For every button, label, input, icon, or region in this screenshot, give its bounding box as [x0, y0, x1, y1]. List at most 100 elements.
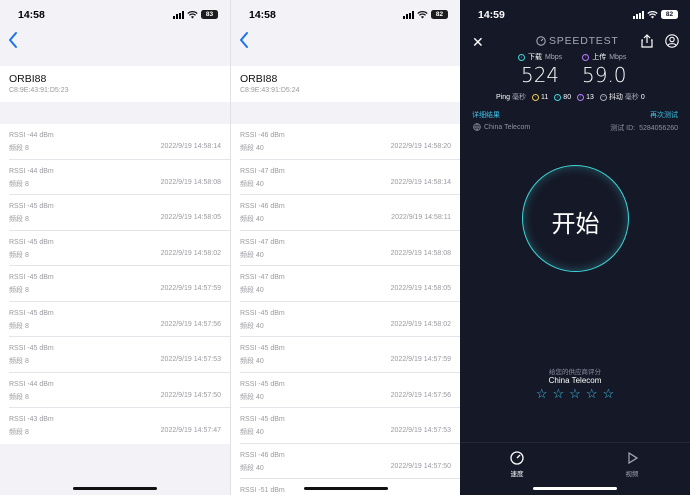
- rssi-record-row: RSSI -45 dBm 频段 8 2022/9/19 14:57:59: [9, 266, 230, 302]
- rssi-value: RSSI -44 dBm: [9, 167, 54, 175]
- ping-upload-icon: ↑: [577, 93, 585, 101]
- band-value: 频段 40: [240, 251, 264, 259]
- tab-video-label: 视频: [625, 471, 639, 478]
- band-value: 频段 40: [240, 393, 264, 401]
- band-value: 频段 8: [9, 393, 29, 401]
- ping-download-value: 80: [563, 93, 572, 101]
- retest-link[interactable]: 再次测试: [650, 110, 678, 120]
- rssi-record-row: RSSI -45 dBm 频段 8 2022/9/19 14:57:53: [9, 337, 230, 373]
- rssi-value: RSSI -45 dBm: [240, 416, 285, 423]
- wifi-icon: [647, 10, 658, 19]
- back-chevron-icon[interactable]: [235, 30, 255, 50]
- status-icons: 83: [173, 10, 218, 19]
- battery-icon: 82: [431, 10, 448, 19]
- rssi-value: RSSI -45 dBm: [9, 238, 54, 246]
- timestamp: 2022/9/19 14:58:14: [390, 178, 451, 186]
- timestamp: 2022/9/19 14:58:05: [390, 285, 451, 292]
- upload-unit: Mbps: [609, 53, 627, 61]
- rssi-value: RSSI -45 dBm: [9, 274, 54, 281]
- timestamp: 2022/9/19 14:58:08: [160, 178, 221, 186]
- band-value: 频段 8: [9, 358, 29, 365]
- rssi-record-row: RSSI -44 dBm 频段 8 2022/9/19 14:58:14: [9, 124, 230, 160]
- status-time: 14:58: [249, 9, 276, 21]
- play-icon: [628, 451, 639, 465]
- status-bar: 14:58 83: [0, 0, 230, 28]
- upload-icon: ↑: [582, 53, 590, 61]
- share-icon[interactable]: [641, 34, 653, 48]
- rssi-value: RSSI -45 dBm: [240, 345, 285, 352]
- rssi-value: RSSI -46 dBm: [240, 203, 285, 210]
- globe-icon: [473, 123, 481, 131]
- star-rating-3-icon[interactable]: ☆: [569, 386, 581, 402]
- cellular-signal-icon: [403, 10, 414, 19]
- rssi-value: RSSI -43 dBm: [9, 416, 54, 423]
- status-icons: 82: [633, 10, 678, 19]
- timestamp: 2022/9/19 14:57:53: [390, 427, 451, 434]
- status-time: 14:59: [478, 9, 505, 21]
- timestamp: 2022/9/19 14:57:59: [160, 285, 221, 292]
- rssi-value: RSSI -45 dBm: [9, 345, 54, 352]
- rssi-record-row: RSSI -46 dBm 频段 40 2022/9/19 14:58:20: [240, 124, 460, 160]
- band-value: 频段 40: [240, 180, 264, 188]
- cellular-signal-icon: [633, 10, 644, 19]
- band-value: 频段 8: [9, 322, 29, 330]
- ping-row: Ping 毫秒 · 11 ↓ 80 ↑ 13 – 抖动 毫秒 0: [496, 92, 680, 102]
- speedometer-icon: [510, 451, 524, 465]
- tab-video[interactable]: 视频: [612, 451, 652, 478]
- band-value: 频段 8: [9, 429, 29, 436]
- timestamp: 2022/9/19 14:57:59: [390, 356, 451, 363]
- timestamp: 2022/9/19 14:57:53: [160, 356, 221, 363]
- download-value: 524: [520, 63, 560, 87]
- star-rating-1-icon[interactable]: ☆: [536, 386, 548, 402]
- jitter-value: 0: [640, 93, 645, 101]
- user-profile-icon[interactable]: [665, 34, 679, 48]
- wifi-icon: [417, 10, 428, 19]
- rssi-record-row: RSSI -45 dBm 频段 8 2022/9/19 14:57:56: [9, 302, 230, 337]
- rssi-value: RSSI -51 dBm: [240, 487, 285, 494]
- rssi-record-row: RSSI -45 dBm 频段 8 2022/9/19 14:58:05: [9, 195, 230, 231]
- status-time: 14:58: [18, 9, 45, 21]
- rssi-value: RSSI -45 dBm: [9, 203, 54, 210]
- timestamp: 2022/9/19 14:58:02: [390, 320, 451, 328]
- home-indicator: [73, 487, 157, 490]
- band-value: 频段 40: [240, 287, 264, 294]
- rssi-record-row: RSSI -47 dBm 频段 40 2022/9/19 14:58:08: [240, 231, 460, 266]
- timestamp: 2022/9/19 14:57:56: [390, 391, 451, 399]
- back-chevron-icon[interactable]: [4, 30, 24, 50]
- close-icon[interactable]: ✕: [472, 34, 484, 51]
- download-label: 下载: [528, 54, 542, 61]
- rssi-record-row: RSSI -45 dBm 频段 40 2022/9/19 14:57:59: [240, 337, 460, 373]
- rssi-value: RSSI -46 dBm: [240, 451, 285, 459]
- timestamp: 2022/9/19 14:57:47: [160, 427, 221, 434]
- cellular-signal-icon: [173, 10, 184, 19]
- band-value: 频段 8: [9, 180, 29, 188]
- star-rating-5-icon[interactable]: ☆: [602, 386, 614, 402]
- ping-idle-value: 11: [541, 93, 549, 101]
- jitter-label: 抖动: [608, 94, 623, 101]
- test-id: 测试 ID: 5284056260: [610, 123, 678, 133]
- tab-speed[interactable]: 速度: [497, 451, 537, 478]
- upload-value: 59.0: [582, 63, 627, 87]
- status-bar: 14:58 82: [231, 0, 460, 28]
- upload-metric: ↑ 上传 Mbps 59.0: [582, 52, 627, 87]
- detailed-results-link[interactable]: 详细结果: [472, 110, 500, 120]
- battery-icon: 83: [201, 10, 218, 19]
- rssi-record-row: RSSI -45 dBm 频段 40 2022/9/19 14:57:53: [240, 408, 460, 444]
- ping-upload-value: 13: [586, 93, 594, 101]
- rate-provider-prompt: 给您的供应商评分: [549, 369, 601, 376]
- ping-idle-icon: ·: [532, 93, 540, 101]
- rssi-value: RSSI -47 dBm: [240, 238, 285, 246]
- star-rating-4-icon[interactable]: ☆: [586, 386, 598, 402]
- battery-icon: 82: [661, 10, 678, 19]
- timestamp: 2022/9/19 14:57:56: [160, 320, 221, 328]
- timestamp: 2022/9/19 14:58:02: [160, 249, 221, 257]
- star-rating-2-icon[interactable]: ☆: [553, 386, 565, 402]
- rssi-log-screen-2: 14:58 82 ORBI88 C8:9E:43:91:D5:24 RSSI -…: [230, 0, 460, 495]
- start-test-button[interactable]: 开始: [522, 165, 629, 272]
- band-value: 频段 8: [9, 287, 29, 294]
- home-indicator: [303, 487, 388, 490]
- device-header: ORBI88 C8:9E:43:91:D5:23: [0, 66, 230, 102]
- band-value: 频段 40: [240, 464, 264, 472]
- band-value: 频段 40: [240, 322, 264, 330]
- wifi-icon: [187, 10, 198, 19]
